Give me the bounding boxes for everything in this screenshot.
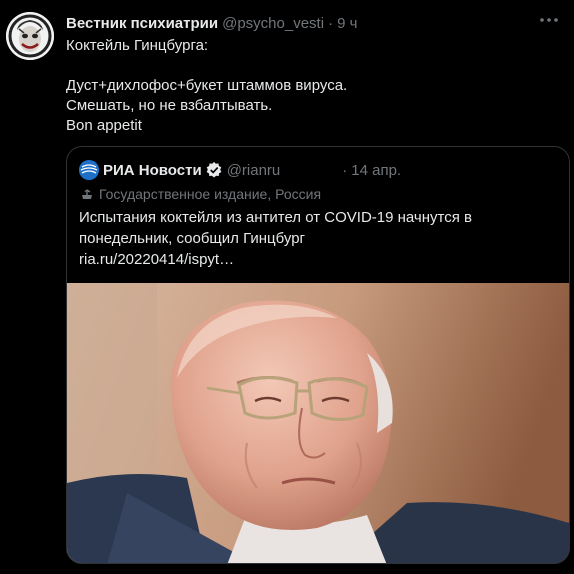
- quoted-tweet-header: РИА Новости @rianru · 14 апр.: [79, 159, 401, 181]
- quoted-tweet-photo[interactable]: [67, 283, 569, 563]
- verified-badge-icon: [206, 161, 222, 178]
- author-name[interactable]: Вестник психиатрии: [66, 15, 218, 32]
- state-media-icon: [82, 189, 92, 199]
- quoted-author-handle[interactable]: @rianru: [227, 162, 281, 179]
- ria-logo-icon: [79, 160, 99, 180]
- quoted-separator-dot: ·: [342, 161, 348, 179]
- state-media-label[interactable]: Государственное издание, Россия: [79, 184, 321, 204]
- man-portrait-photo: [67, 283, 569, 563]
- author-handle[interactable]: @psycho_vesti: [222, 15, 324, 32]
- more-horizontal-icon: [540, 18, 558, 22]
- tweet-header: Вестник психиатрии @psycho_vesti · 9 ч: [66, 13, 357, 33]
- joker-avatar-icon: [6, 12, 54, 60]
- quoted-tweet-text: Испытания коктейля из антител от COVID-1…: [79, 209, 472, 268]
- tweet-timestamp[interactable]: 9 ч: [337, 15, 357, 32]
- quoted-tweet[interactable]: РИА Новости @rianru · 14 апр. Государств…: [66, 146, 570, 564]
- tweet[interactable]: Вестник психиатрии @psycho_vesti · 9 ч К…: [0, 0, 574, 574]
- tweet-text: Коктейль Гинцбурга: Дуст+дихлофос+букет …: [66, 37, 348, 134]
- separator-dot: ·: [328, 14, 334, 32]
- quoted-timestamp[interactable]: 14 апр.: [351, 162, 401, 179]
- quoted-author-name[interactable]: РИА Новости: [103, 162, 202, 179]
- author-avatar[interactable]: [6, 12, 54, 60]
- more-options-button[interactable]: [538, 12, 560, 28]
- state-media-label-text: Государственное издание, Россия: [99, 186, 322, 202]
